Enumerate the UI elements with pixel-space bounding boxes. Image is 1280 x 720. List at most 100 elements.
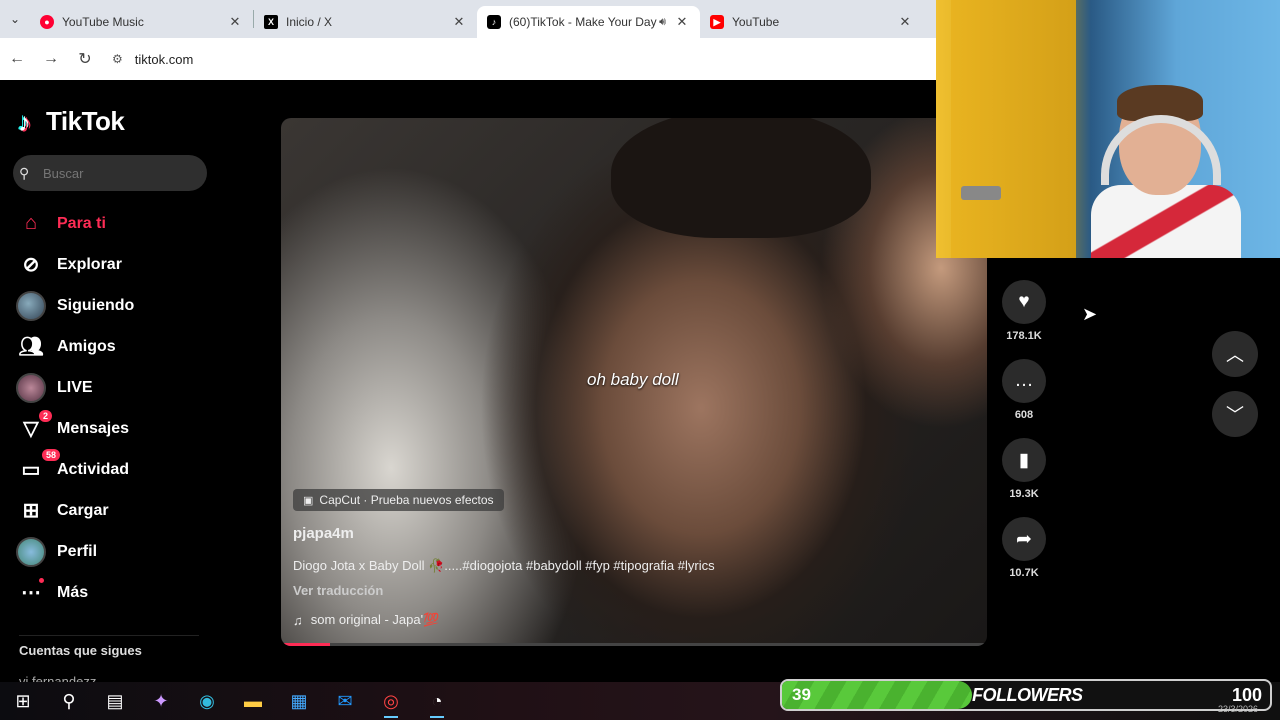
tab-title: YouTube: [732, 15, 780, 29]
close-icon[interactable]: ✕: [674, 14, 690, 30]
reload-icon[interactable]: ↻: [68, 49, 102, 69]
upload-icon: ⊞: [22, 500, 40, 522]
video-author[interactable]: pjapa4m: [293, 525, 354, 542]
video-description: Diogo Jota x Baby Doll 🥀.....#diogojota …: [293, 558, 715, 573]
activity-icon: ▭ 58: [16, 448, 60, 485]
tiktok-logo[interactable]: ♪ TikTok: [18, 106, 125, 137]
sidebar-item-explorar[interactable]: ⊘ Explorar: [16, 244, 216, 285]
tab-x[interactable]: X Inicio / X ✕: [254, 6, 477, 38]
sidebar-item-label: Explorar: [57, 255, 122, 273]
sidebar-item-label: Amigos: [57, 337, 116, 355]
sidebar-item-perfil[interactable]: Perfil: [16, 531, 216, 572]
sidebar-item-label: Actividad: [57, 460, 130, 478]
video-progress-bar[interactable]: [281, 643, 987, 646]
share-icon[interactable]: ➦: [1002, 517, 1046, 561]
share-action[interactable]: ➦ 10.7K: [1002, 517, 1046, 579]
music-note-icon: ♫: [293, 612, 303, 628]
sidebar-item-label: Mensajes: [57, 419, 130, 437]
home-icon: ⌂: [24, 212, 38, 234]
following-accounts-title: Cuentas que sigues: [19, 643, 142, 658]
comment-action[interactable]: … 608: [1002, 359, 1046, 421]
url-field[interactable]: ⚙ tiktok.com: [112, 44, 926, 74]
sidebar-item-siguiendo[interactable]: Siguiendo: [16, 285, 216, 326]
like-action[interactable]: ♥ 178.1K: [1002, 280, 1046, 342]
windows-start-icon[interactable]: ⊞: [0, 682, 46, 720]
copilot-icon[interactable]: ✦: [138, 682, 184, 720]
chevron-down-icon: ﹀: [1226, 405, 1244, 425]
edge-icon[interactable]: ◉: [184, 682, 230, 720]
share-count: 10.7K: [1009, 567, 1039, 579]
followers-goal: 100: [1231, 685, 1262, 705]
translate-link[interactable]: Ver traducción: [293, 583, 383, 598]
comment-icon[interactable]: …: [1002, 359, 1046, 403]
like-count: 178.1K: [1006, 330, 1042, 342]
next-video-button[interactable]: ﹀: [1212, 391, 1258, 437]
sidebar-item-para-ti[interactable]: ⌂ Para ti: [16, 203, 216, 244]
back-icon[interactable]: ←: [0, 50, 34, 68]
effect-tag-label: CapCut · Prueba nuevos efectos: [319, 493, 494, 507]
address-bar: ← → ↻ ⚙ tiktok.com: [0, 38, 936, 80]
browser-tab-strip: ⌄ ● YouTube Music ✕ X Inicio / X ✕ ♪ (60…: [0, 0, 936, 38]
sidebar-item-label: Para ti: [57, 214, 106, 232]
tab-title: YouTube Music: [62, 15, 144, 29]
tiktok-note-icon: ♪: [18, 106, 31, 137]
search-icon[interactable]: ⚲: [46, 682, 92, 720]
door-handle: [961, 186, 1001, 200]
file-explorer-icon[interactable]: ▬: [230, 682, 276, 720]
search-box[interactable]: ⚲: [13, 155, 207, 191]
site-info-icon[interactable]: ⚙: [112, 52, 123, 66]
following-avatar-icon: [16, 290, 46, 321]
tab-search-button[interactable]: ⌄: [0, 0, 30, 38]
mouse-cursor-icon: ➤: [1082, 304, 1098, 324]
store-icon[interactable]: ▦: [276, 682, 322, 720]
profile-avatar-icon: [16, 536, 46, 567]
close-icon[interactable]: ✕: [451, 14, 467, 30]
video-player[interactable]: oh baby doll ▣ CapCut · Prueba nuevos ef…: [281, 118, 987, 646]
x-icon: X: [264, 15, 278, 29]
sidebar-item-mas[interactable]: ⋯ Más: [16, 572, 216, 613]
obs-icon[interactable]: ◔: [414, 682, 460, 720]
more-icon: ⋯: [16, 577, 46, 608]
sidebar-item-mensajes[interactable]: ▽ 2 Mensajes: [16, 408, 216, 449]
heart-icon[interactable]: ♥: [1002, 280, 1046, 324]
sidebar-item-live[interactable]: LIVE: [16, 367, 216, 408]
tab-youtube-music[interactable]: ● YouTube Music ✕: [30, 6, 253, 38]
messages-icon: ▽ 2: [16, 409, 52, 444]
music-info[interactable]: ♫ som original - Japa'💯: [293, 612, 439, 628]
url-text: tiktok.com: [134, 51, 194, 67]
save-action[interactable]: ▮ 19.3K: [1002, 438, 1046, 500]
capcut-icon: ▣: [303, 494, 314, 507]
followers-current: 39: [792, 685, 811, 704]
close-icon[interactable]: ✕: [897, 14, 913, 30]
tab-title: Inicio / X: [286, 15, 333, 29]
following-account-item[interactable]: vi fernandezz: [19, 674, 96, 682]
sidebar-item-actividad[interactable]: ▭ 58 Actividad: [16, 448, 216, 490]
task-view-icon[interactable]: ▤: [92, 682, 138, 720]
followers-goal-widget: 39 FOLLOWERS 100: [780, 679, 1272, 711]
forward-icon[interactable]: →: [34, 50, 68, 68]
video-caption-overlay: oh baby doll: [587, 370, 679, 389]
search-icon: ⚲: [19, 164, 30, 181]
outlook-icon[interactable]: ✉: [322, 682, 368, 720]
previous-video-button[interactable]: ︿: [1212, 331, 1258, 377]
sidebar-item-label: Cargar: [57, 501, 109, 519]
speaker-icon[interactable]: 🔊︎: [659, 16, 666, 29]
effect-tag[interactable]: ▣ CapCut · Prueba nuevos efectos: [293, 489, 504, 511]
webcam-door: [951, 0, 1076, 258]
tiktok-icon: ♪: [487, 15, 501, 29]
tab-tiktok[interactable]: ♪ (60)TikTok - Make Your Day 🔊︎ ✕: [477, 6, 700, 38]
webcam-overlay: [936, 0, 1280, 258]
close-icon[interactable]: ✕: [227, 14, 243, 30]
followers-label: FOLLOWERS: [972, 685, 1083, 705]
comment-count: 608: [1014, 409, 1034, 421]
sidebar-item-cargar[interactable]: ⊞ Cargar: [16, 490, 216, 531]
bookmark-icon[interactable]: ▮: [1002, 438, 1046, 482]
streamer: [1091, 85, 1241, 258]
tab-youtube[interactable]: ▶ YouTube ✕: [700, 6, 923, 38]
sidebar-item-amigos[interactable]: 👥︎ Amigos: [16, 326, 216, 367]
sidebar-nav: ⌂ Para ti ⊘ Explorar Siguiendo 👥︎ Amigos…: [16, 203, 216, 613]
youtube-icon: ▶: [710, 15, 724, 29]
chrome-icon[interactable]: ◎: [368, 682, 414, 720]
streamer-shirt: [1091, 185, 1241, 258]
search-input[interactable]: [43, 165, 193, 181]
